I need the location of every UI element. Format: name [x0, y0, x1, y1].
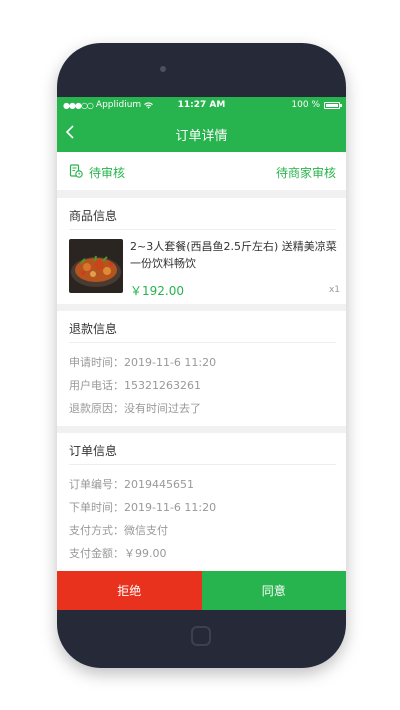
- reject-button[interactable]: 拒绝: [57, 571, 202, 610]
- order-section-title: 订单信息: [69, 444, 118, 458]
- order-number: 订单编号：2019445651: [69, 478, 194, 491]
- product-image[interactable]: [69, 239, 123, 293]
- home-button[interactable]: [191, 626, 211, 646]
- action-bar: 拒绝 同意: [57, 571, 346, 610]
- order-info-card: 订单信息 订单编号：2019445651 下单时间：2019-11-6 11:2…: [57, 433, 346, 571]
- product-name[interactable]: 2~3人套餐(西昌鱼2.5斤左右) 送精美凉菜一份饮料畅饮: [130, 238, 338, 272]
- divider: [69, 464, 336, 465]
- document-clock-icon: [69, 164, 83, 178]
- refund-apply-time: 申请时间：2019-11-6 11:20: [69, 356, 217, 369]
- nav-bar: 订单详情: [57, 114, 346, 152]
- order-status-detail: 待商家审核: [275, 166, 336, 180]
- app-screen: ●●●○○ Applidium 11:27 AM 100 % 订单详情 待审核 …: [57, 97, 346, 610]
- battery-label: 100 %: [291, 100, 320, 110]
- refund-reason: 退款原因：没有时间过去了: [69, 402, 201, 415]
- status-bar: ●●●○○ Applidium 11:27 AM 100 %: [57, 97, 346, 114]
- refund-user-phone: 用户电话：15321263261: [69, 379, 201, 392]
- payment-method: 支付方式：微信支付: [69, 524, 168, 537]
- camera-dot: [160, 66, 166, 72]
- order-status-label: 待审核: [89, 166, 126, 180]
- order-time: 下单时间：2019-11-6 11:20: [69, 501, 217, 514]
- refund-info-card: 退款信息 申请时间：2019-11-6 11:20 用户电话：153212632…: [57, 311, 346, 426]
- page-title: 订单详情: [175, 129, 228, 144]
- product-section-title: 商品信息: [69, 209, 118, 223]
- divider: [69, 229, 336, 230]
- refund-section-title: 退款信息: [69, 322, 118, 336]
- divider: [69, 342, 336, 343]
- product-quantity: x1: [328, 285, 340, 295]
- agree-button[interactable]: 同意: [201, 571, 346, 610]
- battery-icon: [324, 101, 342, 109]
- order-status-card: 待审核 待商家审核: [57, 152, 346, 190]
- product-price: ￥192.00: [130, 284, 184, 298]
- product-info-card: 商品信息 2~3人套餐(西昌鱼2.5斤左右) 送精美凉菜一份饮料畅饮 ￥192.…: [57, 198, 346, 304]
- payment-amount: 支付金额：￥99.00: [69, 547, 167, 560]
